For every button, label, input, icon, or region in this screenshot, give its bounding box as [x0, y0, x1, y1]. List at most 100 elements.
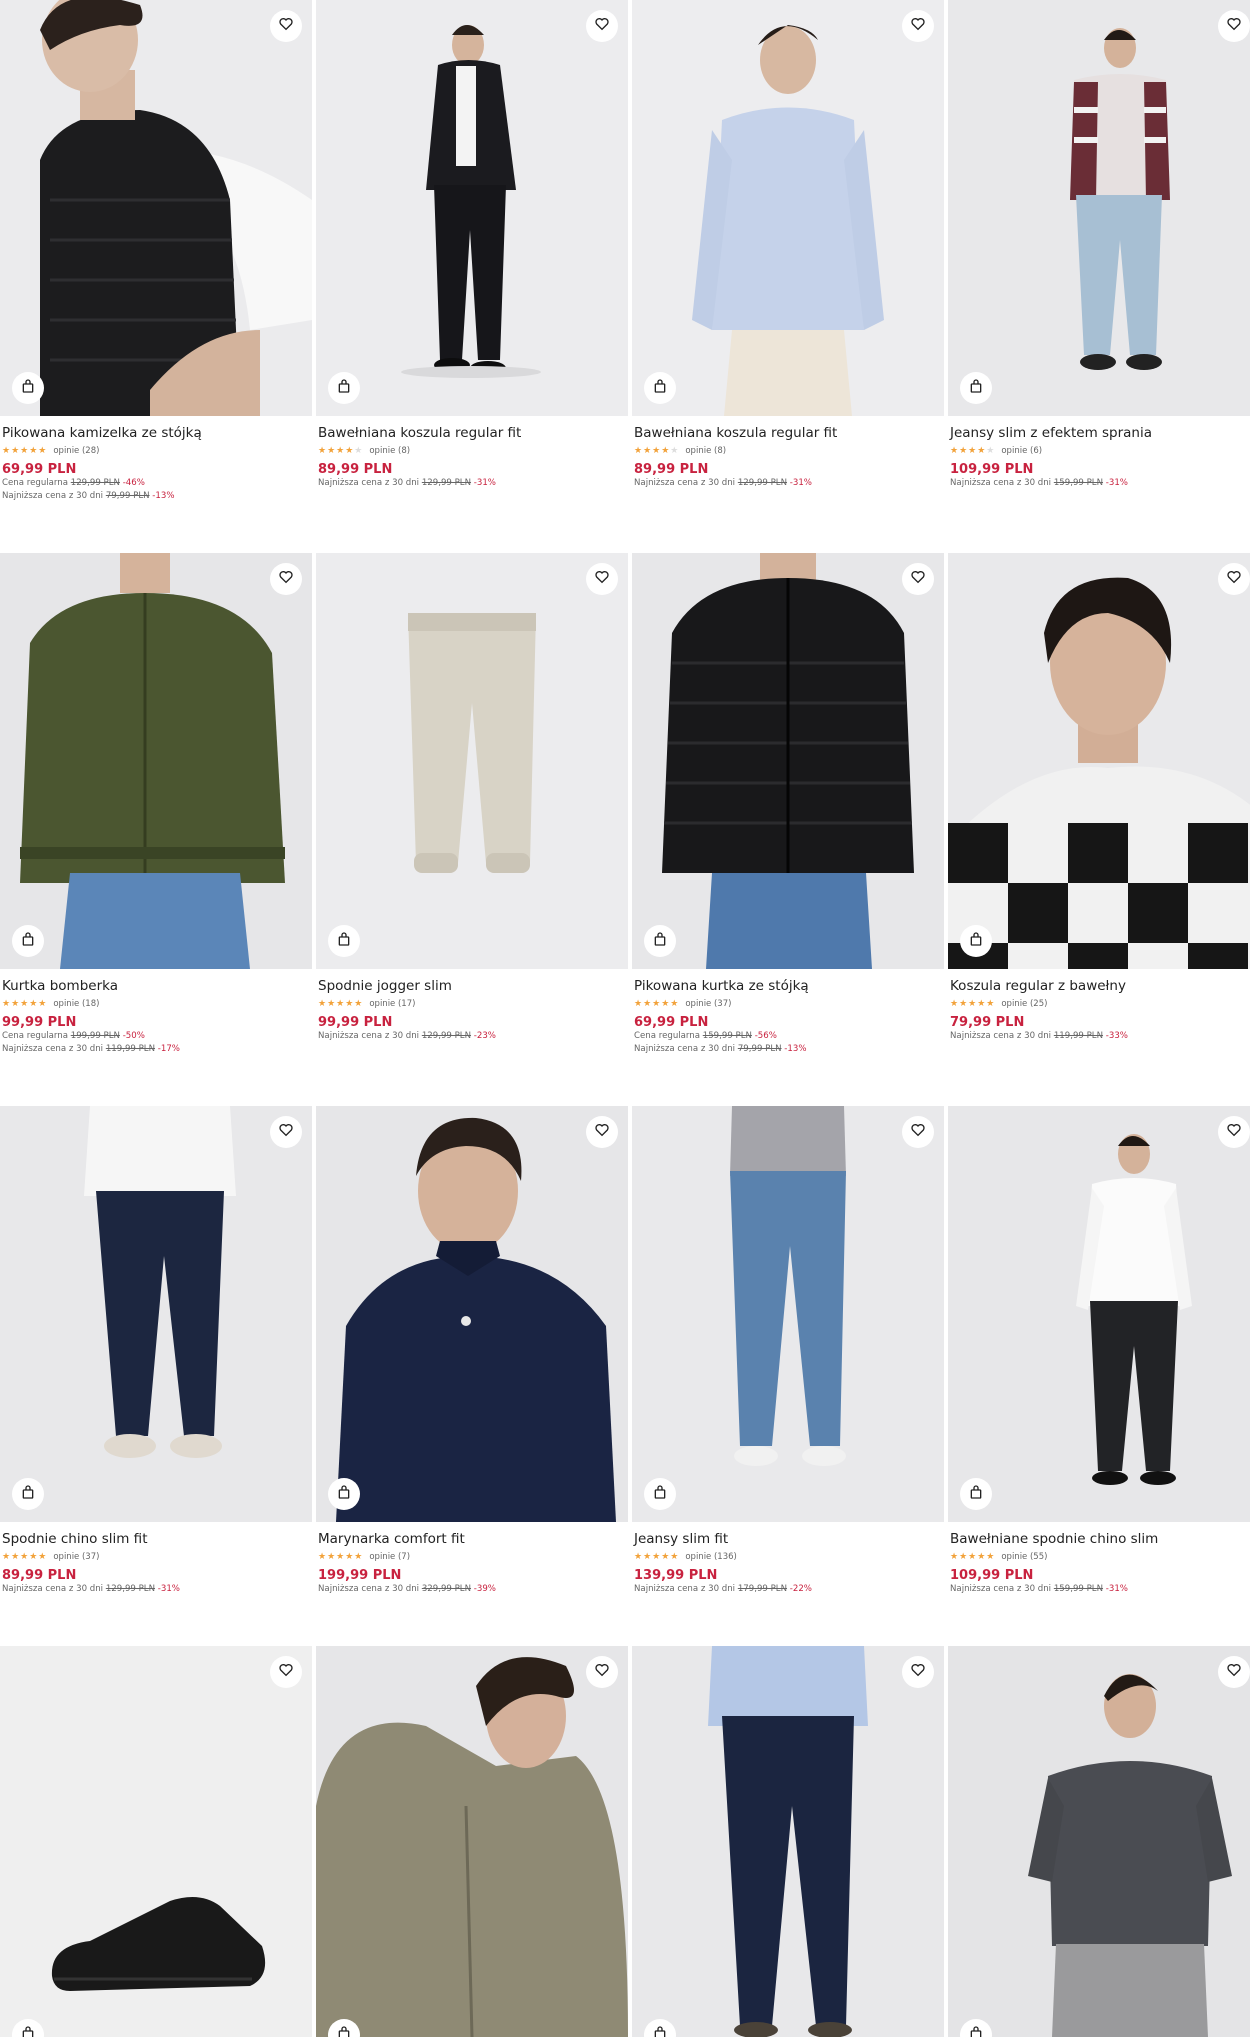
add-to-cart-button[interactable] [644, 372, 676, 404]
product-card[interactable]: Spodnie chino slim fit ★★★★★ opinie (37) … [0, 1106, 312, 1659]
add-to-cart-button[interactable] [328, 372, 360, 404]
heart-icon [910, 16, 926, 36]
favorite-button[interactable] [586, 10, 618, 42]
favorite-button[interactable] [902, 563, 934, 595]
rating-stars: ★★★★★ [2, 999, 48, 1009]
product-name[interactable]: Koszula regular z bawełny [950, 978, 1250, 994]
review-count[interactable]: opinie (37) [53, 1552, 99, 1562]
add-to-cart-button[interactable] [12, 372, 44, 404]
add-to-cart-button[interactable] [328, 925, 360, 957]
product-image[interactable] [316, 0, 628, 416]
review-count[interactable]: opinie (8) [369, 446, 410, 456]
review-count[interactable]: opinie (25) [1001, 999, 1047, 1009]
add-to-cart-button[interactable] [328, 1478, 360, 1510]
rating-stars: ★★★★★ [950, 999, 996, 1009]
product-card[interactable]: Pikowana kamizelka ze stójką ★★★★★ opinie… [0, 0, 312, 553]
product-card[interactable]: Bawełniane spodnie chino slim ★★★★★ opini… [948, 1106, 1250, 1659]
favorite-button[interactable] [586, 1656, 618, 1688]
product-card[interactable] [948, 1646, 1250, 2037]
review-count[interactable]: opinie (17) [369, 999, 415, 1009]
favorite-button[interactable] [1218, 563, 1250, 595]
product-image[interactable] [948, 553, 1250, 969]
heart-icon [594, 569, 610, 589]
product-image[interactable] [0, 1106, 312, 1522]
product-card[interactable]: Bawełniana koszula regular fit ★★★★★ opin… [632, 0, 944, 553]
rating-stars: ★★★★★ [950, 1552, 996, 1562]
product-image[interactable] [948, 1646, 1250, 2037]
product-price: 99,99 PLN [318, 1015, 393, 1030]
product-name[interactable]: Spodnie chino slim fit [2, 1531, 308, 1547]
review-count[interactable]: opinie (37) [685, 999, 731, 1009]
product-price: 139,99 PLN [634, 1568, 718, 1583]
add-to-cart-button[interactable] [960, 925, 992, 957]
product-card[interactable]: Spodnie jogger slim ★★★★★ opinie (17) 99,… [316, 553, 628, 1106]
add-to-cart-button[interactable] [644, 925, 676, 957]
product-image[interactable] [632, 0, 944, 416]
product-image[interactable] [632, 1106, 944, 1522]
heart-icon [1226, 16, 1242, 36]
favorite-button[interactable] [1218, 10, 1250, 42]
product-card[interactable]: Marynarka comfort fit ★★★★★ opinie (7) 19… [316, 1106, 628, 1659]
product-name[interactable]: Bawełniana koszula regular fit [318, 425, 624, 441]
product-image[interactable] [316, 1646, 628, 2037]
favorite-button[interactable] [270, 563, 302, 595]
review-count[interactable]: opinie (6) [1001, 446, 1042, 456]
product-name[interactable]: Marynarka comfort fit [318, 1531, 624, 1547]
review-count[interactable]: opinie (8) [685, 446, 726, 456]
add-to-cart-button[interactable] [960, 372, 992, 404]
product-card[interactable] [632, 1646, 944, 2037]
review-count[interactable]: opinie (18) [53, 999, 99, 1009]
favorite-button[interactable] [1218, 1116, 1250, 1148]
price-note: Najniższa cena z 30 dni 159,99 PLN -31% [950, 478, 1128, 488]
product-card[interactable]: Koszula regular z bawełny ★★★★★ opinie (2… [948, 553, 1250, 1106]
product-rating: ★★★★★ opinie (7) [318, 1551, 624, 1563]
product-rating: ★★★★★ opinie (37) [634, 998, 940, 1010]
product-image[interactable] [632, 553, 944, 969]
product-image[interactable] [948, 0, 1250, 416]
review-count[interactable]: opinie (7) [369, 1552, 410, 1562]
rating-stars: ★★★★★ [634, 446, 680, 456]
add-to-cart-button[interactable] [12, 1478, 44, 1510]
product-name[interactable]: Jeansy slim z efektem sprania [950, 425, 1250, 441]
favorite-button[interactable] [270, 10, 302, 42]
product-price: 79,99 PLN [950, 1015, 1025, 1030]
heart-icon [910, 569, 926, 589]
product-name[interactable]: Bawełniana koszula regular fit [634, 425, 940, 441]
product-image[interactable] [0, 553, 312, 969]
product-name[interactable]: Kurtka bomberka [2, 978, 308, 994]
product-image[interactable] [316, 1106, 628, 1522]
add-to-cart-button[interactable] [12, 925, 44, 957]
product-card[interactable]: Jeansy slim z efektem sprania ★★★★★ opini… [948, 0, 1250, 553]
product-name[interactable]: Jeansy slim fit [634, 1531, 940, 1547]
product-card[interactable]: Pikowana kurtka ze stójką ★★★★★ opinie (3… [632, 553, 944, 1106]
favorite-button[interactable] [902, 10, 934, 42]
add-to-cart-button[interactable] [644, 1478, 676, 1510]
favorite-button[interactable] [586, 563, 618, 595]
product-card[interactable]: Kurtka bomberka ★★★★★ opinie (18) 99,99 P… [0, 553, 312, 1106]
favorite-button[interactable] [270, 1116, 302, 1148]
product-card[interactable]: Bawełniana koszula regular fit ★★★★★ opin… [316, 0, 628, 553]
favorite-button[interactable] [902, 1116, 934, 1148]
product-card[interactable]: Jeansy slim fit ★★★★★ opinie (136) 139,99… [632, 1106, 944, 1659]
product-name[interactable]: Bawełniane spodnie chino slim [950, 1531, 1250, 1547]
favorite-button[interactable] [1218, 1656, 1250, 1688]
product-name[interactable]: Pikowana kurtka ze stójką [634, 978, 940, 994]
product-image[interactable] [0, 0, 312, 416]
price-note: Najniższa cena z 30 dni 329,99 PLN -39% [318, 1584, 496, 1594]
favorite-button[interactable] [270, 1656, 302, 1688]
add-to-cart-button[interactable] [960, 1478, 992, 1510]
product-price: 69,99 PLN [634, 1015, 709, 1030]
product-card[interactable] [0, 1646, 312, 2037]
product-image[interactable] [0, 1646, 312, 2037]
product-image[interactable] [316, 553, 628, 969]
product-image[interactable] [948, 1106, 1250, 1522]
product-card[interactable] [316, 1646, 628, 2037]
review-count[interactable]: opinie (55) [1001, 1552, 1047, 1562]
review-count[interactable]: opinie (136) [685, 1552, 737, 1562]
product-image[interactable] [632, 1646, 944, 2037]
product-name[interactable]: Spodnie jogger slim [318, 978, 624, 994]
favorite-button[interactable] [902, 1656, 934, 1688]
product-name[interactable]: Pikowana kamizelka ze stójką [2, 425, 308, 441]
favorite-button[interactable] [586, 1116, 618, 1148]
review-count[interactable]: opinie (28) [53, 446, 99, 456]
